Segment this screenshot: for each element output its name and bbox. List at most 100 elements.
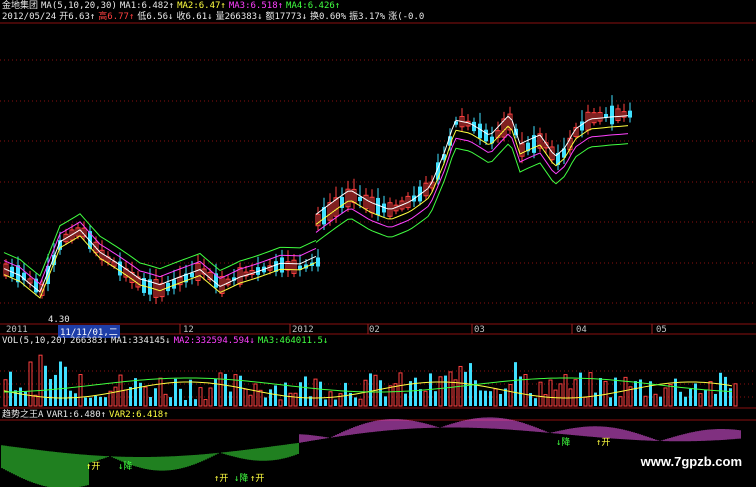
volume-bar: [94, 395, 97, 406]
volume-value: 266383↓: [70, 336, 108, 346]
volume-bar: [313, 378, 318, 407]
volume-bar: [334, 399, 337, 406]
volume-bar: [649, 381, 652, 406]
volume-bar: [328, 391, 333, 407]
volume-bar: [519, 376, 522, 406]
volume-bar: [698, 393, 703, 407]
volume-bar: [19, 387, 22, 406]
volume-bar: [203, 399, 208, 407]
indicator-var2: VAR2:6.418↑: [109, 410, 169, 420]
volume-bar: [248, 394, 253, 407]
volume-bar: [189, 379, 192, 406]
low-price-marker: 4.30: [48, 315, 70, 325]
volume-bar: [609, 397, 612, 406]
volume-bar: [143, 386, 148, 407]
signal-label: ↓降: [118, 462, 133, 472]
volume-bar: [484, 390, 487, 406]
volume-bar: [33, 394, 38, 407]
candle-body: [610, 105, 614, 125]
volume-bar: [548, 379, 553, 407]
volume-bar: [258, 389, 263, 407]
volume-bar: [179, 388, 182, 406]
volume-bar: [594, 392, 597, 406]
signal-label: ↑开: [596, 438, 611, 448]
volume-bar: [659, 396, 662, 406]
volume-bar: [299, 382, 302, 406]
volume-bar: [169, 397, 172, 406]
volume-bar: [573, 379, 578, 407]
volume-bar: [719, 372, 722, 406]
volume-bar: [134, 378, 137, 406]
candle-body: [478, 123, 482, 139]
volume-bar: [543, 394, 548, 407]
volume-bar: [579, 372, 582, 406]
volume-bar: [54, 374, 57, 406]
volume-bar: [689, 388, 692, 406]
volume-bar: [9, 371, 12, 406]
volume-bar: [708, 381, 713, 407]
volume-bar: [278, 399, 283, 407]
volume-bar: [704, 390, 707, 406]
volume-bar: [514, 362, 517, 406]
volume-bar: [304, 376, 307, 406]
volume-bar: [438, 376, 443, 407]
axis-label-2012: 2012: [292, 325, 314, 335]
volume-bar: [499, 393, 502, 406]
volume-bar: [419, 389, 422, 406]
volume-bar: [288, 392, 293, 407]
volume-bar: [208, 387, 213, 407]
volume-bar: [194, 399, 197, 406]
volume-bar: [694, 383, 697, 406]
volume-bar: [233, 374, 238, 407]
volume-bar: [28, 361, 33, 407]
volume-bar: [363, 379, 368, 407]
volume-ma2: MA2:332594.594↓: [173, 336, 255, 346]
volume-bar: [59, 361, 62, 406]
candle-body: [316, 257, 320, 267]
volume-bar: [89, 397, 92, 406]
volume-bar: [344, 382, 347, 406]
volume-ma3: MA3:464011.5↓: [257, 336, 329, 346]
volume-bar: [588, 372, 593, 407]
volume-bar: [158, 377, 163, 407]
volume-bar: [74, 393, 77, 406]
signal-label: ↑开: [250, 474, 265, 484]
volume-bar: [3, 379, 8, 407]
volume-bar: [614, 377, 617, 406]
volume-bar: [493, 388, 498, 407]
volume-bar: [123, 389, 128, 407]
volume-bar: [243, 388, 248, 407]
ma3-line: [3, 221, 317, 285]
candle-body: [628, 110, 632, 118]
volume-bar: [639, 379, 642, 406]
volume-bar: [388, 385, 393, 407]
axis-label-2011: 2011: [6, 325, 28, 335]
axis-label-02: 02: [369, 325, 380, 335]
indicator-var1: VAR1:6.480↑: [46, 410, 107, 420]
volume-bar: [489, 391, 492, 406]
axis-label-04: 04: [576, 325, 587, 335]
volume-bar: [733, 383, 738, 407]
volume-bar: [253, 383, 258, 407]
signal-label: ↓降: [234, 474, 249, 484]
volume-bar: [269, 389, 272, 406]
volume-bar: [354, 397, 357, 406]
volume-bar: [583, 396, 588, 407]
volume-bar: [24, 391, 27, 406]
volume-bar: [423, 390, 428, 407]
volume-bar: [409, 381, 412, 406]
volume-bar: [293, 392, 298, 407]
volume-bar: [78, 374, 83, 407]
volume-bar: [653, 393, 658, 407]
volume-bar: [444, 375, 447, 406]
volume-bar: [64, 366, 67, 406]
volume-bar: [84, 397, 87, 406]
volume-bar: [448, 371, 453, 407]
volume-bar: [464, 371, 467, 406]
volume-bar: [104, 397, 107, 406]
volume-bar: [634, 381, 637, 406]
volume-bar: [338, 393, 343, 407]
volume-bar: [38, 354, 43, 407]
volume-bar: [714, 393, 717, 406]
signal-label: ↓降: [556, 438, 571, 448]
